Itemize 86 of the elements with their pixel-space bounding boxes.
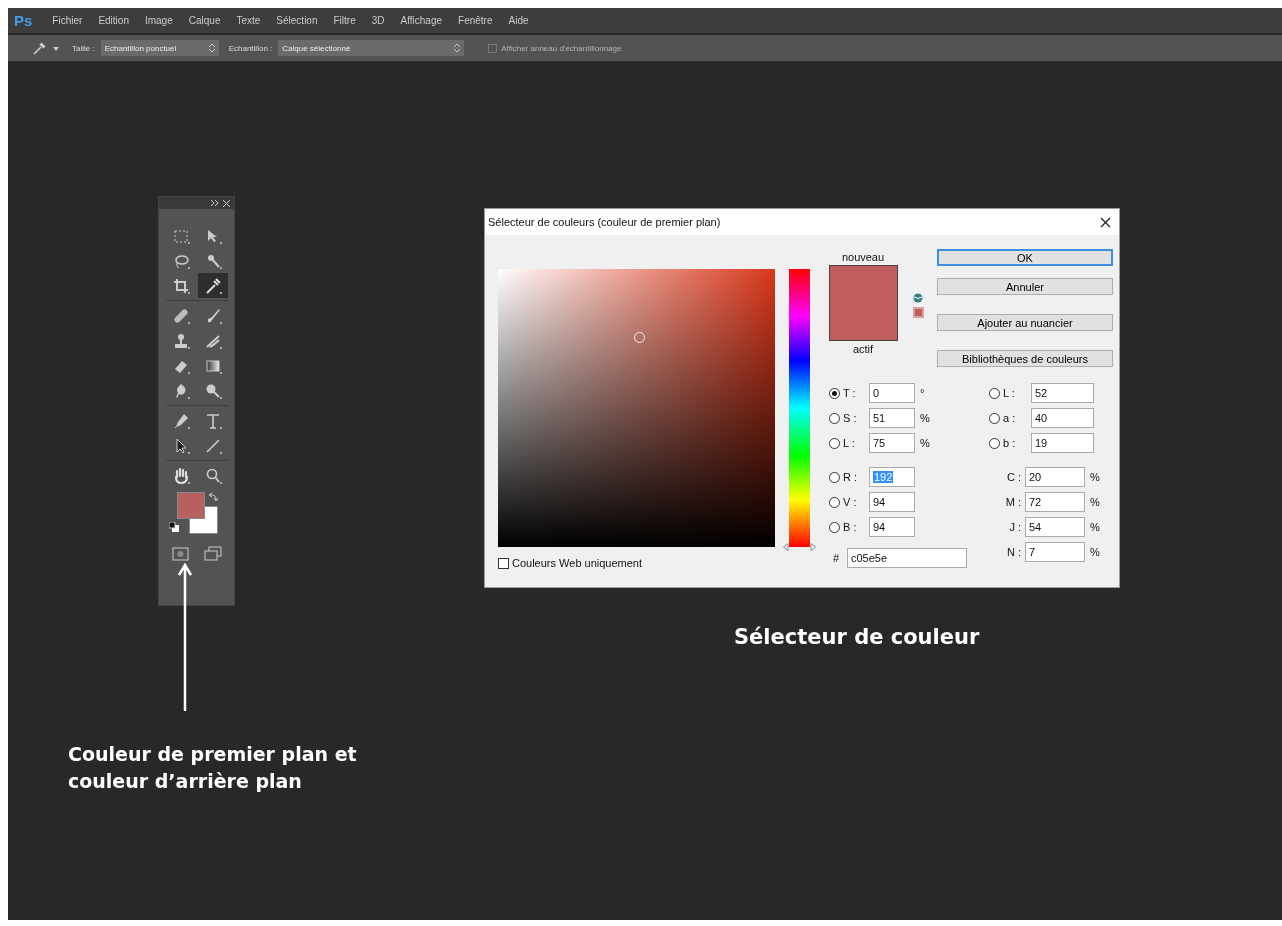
- caption-text: Couleur de premier plan et couleur d’arrière plan: [68, 742, 358, 794]
- web-colors-checkbox[interactable]: Couleurs Web uniquement: [498, 557, 775, 569]
- crop-icon: [171, 276, 190, 295]
- unit-label: %: [1089, 521, 1101, 533]
- field-label: L :: [1002, 387, 1016, 399]
- web-swatch-icon: [913, 307, 924, 318]
- collapse-icon[interactable]: [211, 200, 219, 206]
- hue-slider[interactable]: [783, 269, 816, 551]
- menu-item[interactable]: Edition: [90, 15, 137, 26]
- number-field[interactable]: 94: [869, 517, 915, 537]
- unit-label: %: [1089, 496, 1101, 508]
- number-field[interactable]: 52: [1031, 383, 1094, 403]
- hue-thumb[interactable]: [783, 543, 816, 551]
- foreground-swatch[interactable]: [176, 492, 205, 519]
- menu-item[interactable]: Sélection: [268, 15, 326, 26]
- color-field[interactable]: [498, 269, 775, 547]
- radio-button[interactable]: [989, 387, 1000, 399]
- field-label: S :: [842, 412, 858, 424]
- size-label: Taille :: [72, 43, 95, 53]
- radio-button[interactable]: [829, 471, 840, 483]
- field-label: N :: [1005, 546, 1022, 558]
- number-field[interactable]: 20: [1025, 467, 1085, 487]
- field-label: T :: [842, 387, 857, 399]
- number-field[interactable]: 54: [1025, 517, 1085, 537]
- dialog-button[interactable]: Ajouter au nuancier: [937, 314, 1113, 332]
- field-label: C :: [1005, 471, 1022, 483]
- number-field[interactable]: 72: [1025, 492, 1085, 512]
- menu-item[interactable]: Aide: [500, 15, 537, 26]
- tool-button[interactable]: [197, 273, 228, 298]
- number-field[interactable]: 19: [1031, 433, 1094, 453]
- number-field[interactable]: 7: [1025, 542, 1085, 562]
- unit-label: %: [919, 412, 931, 424]
- hex-label: #: [832, 552, 841, 564]
- number-field[interactable]: 75: [869, 433, 915, 453]
- unit-label: %: [919, 437, 931, 449]
- hex-field[interactable]: c05e5e: [847, 548, 967, 568]
- menu-item[interactable]: Fichier: [44, 15, 91, 26]
- swap-icon: [208, 492, 219, 502]
- background-swatch[interactable]: [188, 506, 218, 534]
- radio-button[interactable]: [829, 387, 840, 399]
- dialog-button[interactable]: OK: [937, 249, 1113, 267]
- field-label: L :: [842, 437, 856, 449]
- radio-button[interactable]: [829, 521, 840, 533]
- field-label: a :: [1002, 412, 1017, 424]
- menu-item[interactable]: Affichage: [392, 15, 451, 26]
- number-field[interactable]: 94: [869, 492, 915, 512]
- sample-dropdown[interactable]: Calque sélectionné: [278, 40, 465, 56]
- unit-label: %: [1089, 471, 1101, 483]
- close-icon[interactable]: [1100, 216, 1111, 228]
- menu-item[interactable]: Fenêtre: [450, 15, 501, 26]
- radio-button[interactable]: [989, 437, 1000, 449]
- screen-mode-icon[interactable]: [203, 546, 222, 562]
- radio-button[interactable]: [989, 412, 1000, 424]
- field-label: V :: [842, 496, 858, 508]
- caret-icon: [52, 44, 60, 52]
- spinner-icon: [208, 43, 215, 53]
- menu-item[interactable]: Filtre: [325, 15, 364, 26]
- dialog-button[interactable]: Annuler: [937, 278, 1113, 296]
- menu-item[interactable]: 3D: [363, 15, 393, 26]
- radio-button[interactable]: [829, 437, 840, 449]
- new-label: nouveau: [840, 251, 886, 265]
- sample-label: Echantillon :: [228, 43, 273, 53]
- dialog-button[interactable]: Bibliothèques de couleurs: [937, 350, 1113, 367]
- radio-button[interactable]: [829, 496, 840, 508]
- app-logo: Ps: [14, 12, 33, 29]
- current-label: actif: [851, 343, 875, 355]
- dialog-title: Sélecteur de couleurs (couleur de premier plan): [488, 216, 721, 228]
- unit-label: °: [919, 387, 926, 399]
- number-field[interactable]: 51: [869, 408, 915, 428]
- default-colors-icon: [168, 522, 180, 533]
- number-field[interactable]: 0: [869, 383, 915, 403]
- number-field[interactable]: 40: [1031, 408, 1094, 428]
- arrow-icon: [178, 563, 192, 711]
- radio-button[interactable]: [829, 412, 840, 424]
- field-label: b :: [1002, 437, 1017, 449]
- caption-text: Sélecteur de couleur: [734, 625, 980, 649]
- size-dropdown[interactable]: Echantillon ponctuel: [100, 40, 219, 56]
- field-label: J :: [1008, 521, 1022, 533]
- menu-item[interactable]: Image: [136, 15, 181, 26]
- unit-label: %: [1089, 546, 1101, 558]
- menu-item[interactable]: Calque: [180, 15, 229, 26]
- field-label: M :: [1004, 496, 1022, 508]
- field-label: B :: [842, 521, 858, 533]
- spinner-icon: [454, 43, 461, 53]
- field-label: R :: [842, 471, 859, 483]
- menu-item[interactable]: Texte: [228, 15, 269, 26]
